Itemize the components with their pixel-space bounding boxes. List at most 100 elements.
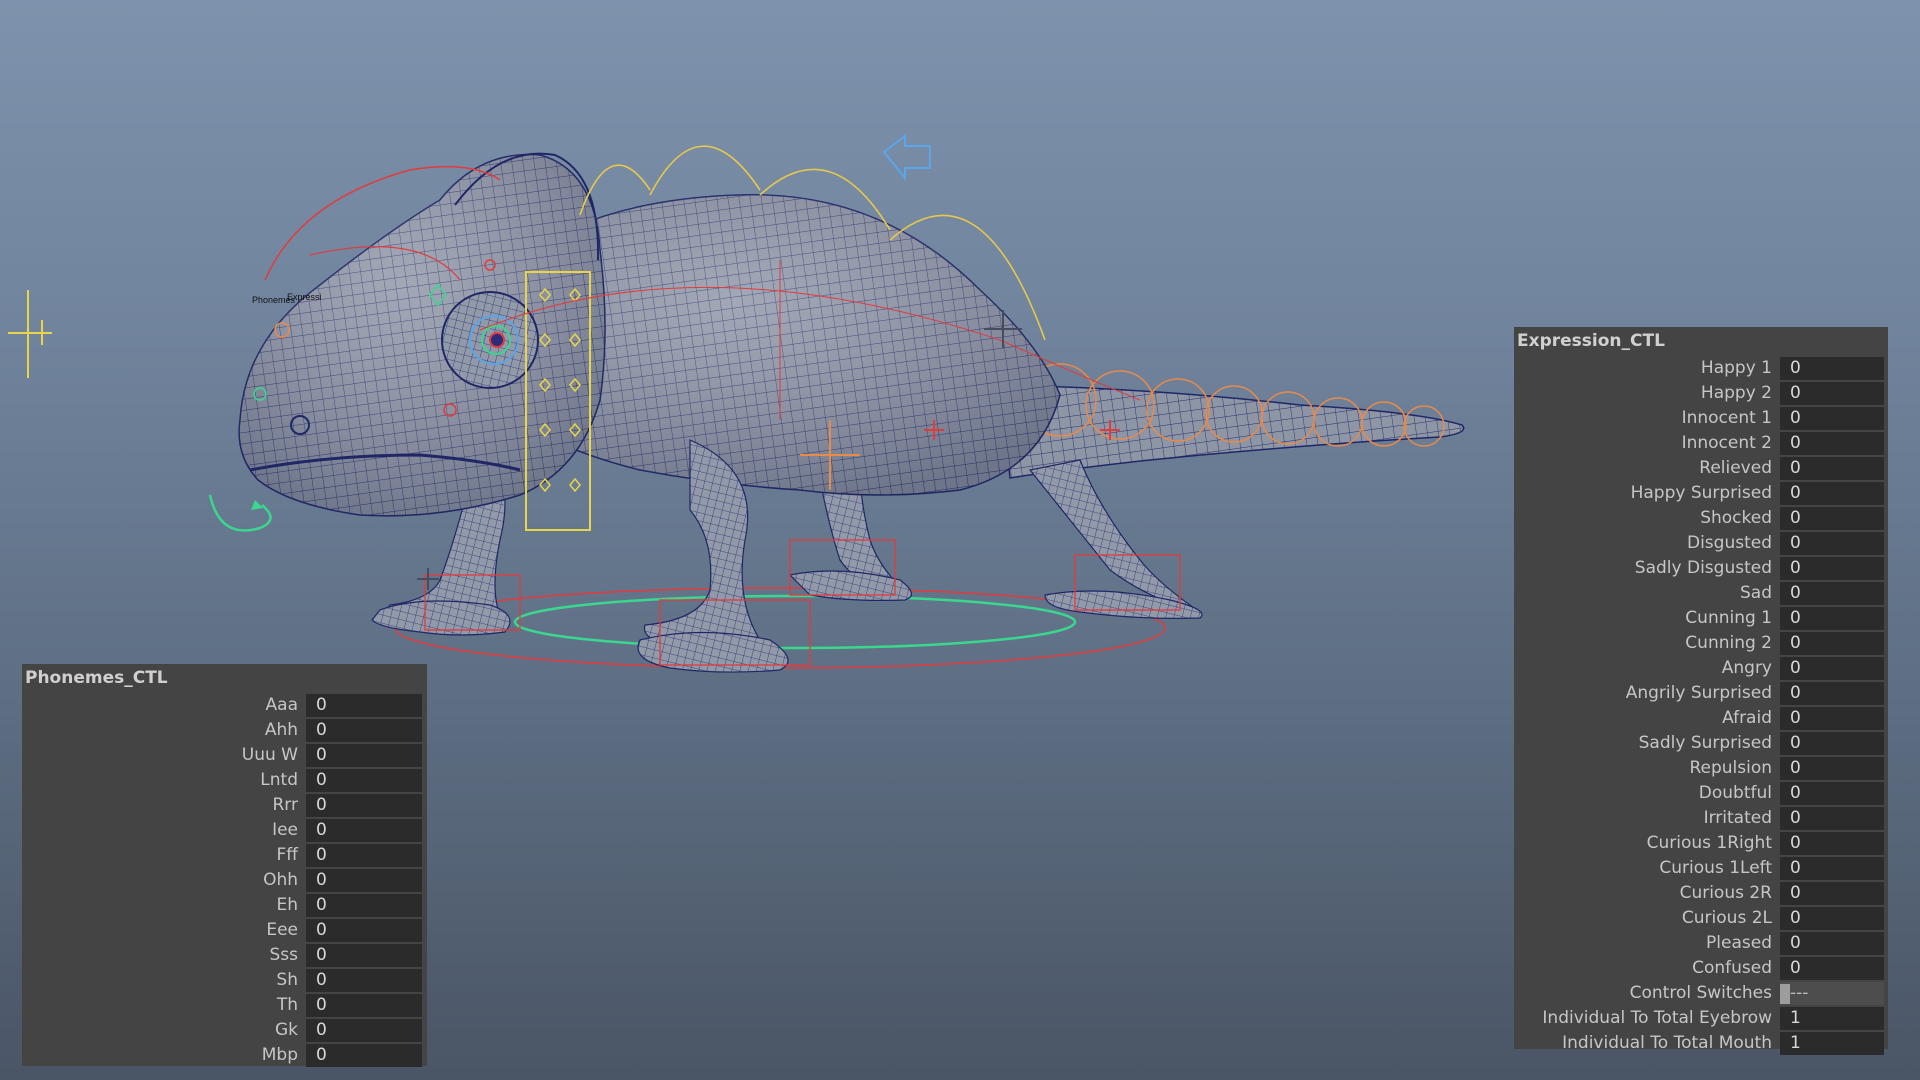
channel-row[interactable]: Happy 10	[1514, 355, 1888, 380]
channel-label[interactable]: Sss	[22, 945, 306, 965]
channel-row[interactable]: Confused 0	[1514, 955, 1888, 980]
channel-label[interactable]: Pleased	[1514, 933, 1780, 953]
channel-value-field[interactable]: 0	[1780, 781, 1884, 805]
channel-row[interactable]: Th 0	[22, 992, 427, 1017]
channel-label[interactable]: Irritated	[1514, 808, 1780, 828]
channel-value-field[interactable]: 0	[306, 843, 422, 867]
channel-row[interactable]: Doubtful 0	[1514, 780, 1888, 805]
channel-row[interactable]: Repulsion 0	[1514, 755, 1888, 780]
channel-row[interactable]: Uuu W0	[22, 742, 427, 767]
channel-label[interactable]: Rrr	[22, 795, 306, 815]
channel-value-field[interactable]: 0	[306, 743, 422, 767]
channel-row[interactable]: Cunning 10	[1514, 605, 1888, 630]
channel-label[interactable]: Iee	[22, 820, 306, 840]
channel-label[interactable]: Ohh	[22, 870, 306, 890]
channel-row[interactable]: Eh 0	[22, 892, 427, 917]
channel-value-field[interactable]: 0	[1780, 831, 1884, 855]
channel-value-field[interactable]: 0	[1780, 631, 1884, 655]
channel-value-field[interactable]: 0	[306, 818, 422, 842]
channel-value-field[interactable]: 0	[1780, 681, 1884, 705]
channel-row[interactable]: Angrily Surprised 0	[1514, 680, 1888, 705]
channel-label[interactable]: Happy 1	[1514, 358, 1780, 378]
channel-row[interactable]: Sadly Surprised 0	[1514, 730, 1888, 755]
channel-row[interactable]: Afraid 0	[1514, 705, 1888, 730]
channel-value-field[interactable]: 0	[1780, 406, 1884, 430]
channel-row[interactable]: Ahh 0	[22, 717, 427, 742]
channel-label[interactable]: Sadly Surprised	[1514, 733, 1780, 753]
channel-value-field[interactable]: 0	[306, 693, 422, 717]
channel-label[interactable]: Aaa	[22, 695, 306, 715]
channel-label[interactable]: Angrily Surprised	[1514, 683, 1780, 703]
channel-label[interactable]: Ahh	[22, 720, 306, 740]
channel-label[interactable]: Individual To Total Eyebrow	[1514, 1008, 1780, 1028]
channel-label[interactable]: Innocent 1	[1514, 408, 1780, 428]
channel-label[interactable]: Afraid	[1514, 708, 1780, 728]
channel-value-field[interactable]: 0	[306, 1043, 422, 1067]
channel-label[interactable]: Th	[22, 995, 306, 1015]
channel-row[interactable]: Sss 0	[22, 942, 427, 967]
channel-value-field[interactable]: 0	[1780, 356, 1884, 380]
channel-value-field[interactable]: 0	[306, 943, 422, 967]
channel-value-field[interactable]: 0	[306, 918, 422, 942]
channel-label[interactable]: Lntd	[22, 770, 306, 790]
channel-value-field[interactable]: 0	[306, 793, 422, 817]
channel-row[interactable]: Individual To Total Eyebrow 1	[1514, 1005, 1888, 1030]
channel-row[interactable]: Pleased 0	[1514, 930, 1888, 955]
channel-label[interactable]: Doubtful	[1514, 783, 1780, 803]
channel-label[interactable]: Mbp	[22, 1045, 306, 1065]
channel-value-field[interactable]: 0	[1780, 806, 1884, 830]
channel-value-field[interactable]: 0	[1780, 706, 1884, 730]
channel-label[interactable]: Relieved	[1514, 458, 1780, 478]
channel-row[interactable]: Lntd 0	[22, 767, 427, 792]
channel-row[interactable]: Iee 0	[22, 817, 427, 842]
channel-row[interactable]: Curious 2L 0	[1514, 905, 1888, 930]
channel-label[interactable]: Curious 2L	[1514, 908, 1780, 928]
channel-label[interactable]: Sadly Disgusted	[1514, 558, 1780, 578]
channel-label[interactable]: Gk	[22, 1020, 306, 1040]
channel-row[interactable]: Innocent 10	[1514, 405, 1888, 430]
channel-row[interactable]: Mbp 0	[22, 1042, 427, 1067]
channel-row[interactable]: Rrr 0	[22, 792, 427, 817]
channel-row[interactable]: Individual To Total Mouth 1	[1514, 1030, 1888, 1055]
channel-row[interactable]: Curious 1Right 0	[1514, 830, 1888, 855]
channel-label[interactable]: Repulsion	[1514, 758, 1780, 778]
channel-label[interactable]: Eee	[22, 920, 306, 940]
channel-label[interactable]: Sh	[22, 970, 306, 990]
channel-label[interactable]: Shocked	[1514, 508, 1780, 528]
channel-row[interactable]: Gk 0	[22, 1017, 427, 1042]
channel-row[interactable]: Aaa 0	[22, 692, 427, 717]
channel-row[interactable]: Happy 20	[1514, 380, 1888, 405]
channel-value-field[interactable]: 0	[1780, 906, 1884, 930]
channel-row[interactable]: Control Switches ---	[1514, 980, 1888, 1005]
channel-label[interactable]: Individual To Total Mouth	[1514, 1033, 1780, 1053]
channel-label[interactable]: Angry	[1514, 658, 1780, 678]
channel-label[interactable]: Curious 1Right	[1514, 833, 1780, 853]
channel-row[interactable]: Angry 0	[1514, 655, 1888, 680]
channel-value-field[interactable]: 0	[1780, 431, 1884, 455]
channel-label[interactable]: Cunning 1	[1514, 608, 1780, 628]
channel-value-field[interactable]: 0	[1780, 931, 1884, 955]
channel-row[interactable]: Eee 0	[22, 917, 427, 942]
channel-row[interactable]: Curious 1Left 0	[1514, 855, 1888, 880]
channel-value-field[interactable]: 0	[1780, 506, 1884, 530]
channel-value-field[interactable]: 0	[1780, 731, 1884, 755]
channel-value-field[interactable]: 0	[1780, 856, 1884, 880]
channel-label[interactable]: Control Switches	[1514, 983, 1780, 1003]
channel-label[interactable]: Sad	[1514, 583, 1780, 603]
channel-label[interactable]: Eh	[22, 895, 306, 915]
channel-label[interactable]: Happy 2	[1514, 383, 1780, 403]
channel-value-field[interactable]: 0	[1780, 581, 1884, 605]
channel-row[interactable]: Relieved 0	[1514, 455, 1888, 480]
channel-label[interactable]: Fff	[22, 845, 306, 865]
channel-value-field[interactable]: 0	[1780, 381, 1884, 405]
channel-value-field[interactable]: 0	[306, 868, 422, 892]
channel-value-field[interactable]: 0	[1780, 556, 1884, 580]
channel-row[interactable]: Happy Surprised 0	[1514, 480, 1888, 505]
channel-value-field[interactable]: 0	[306, 768, 422, 792]
channel-value-field[interactable]: 0	[306, 993, 422, 1017]
channel-row[interactable]: Sadly Disgusted 0	[1514, 555, 1888, 580]
channel-value-field[interactable]: 0	[1780, 656, 1884, 680]
channel-row[interactable]: Ohh 0	[22, 867, 427, 892]
channel-value-field[interactable]: 0	[1780, 756, 1884, 780]
channel-value-field[interactable]: 0	[306, 893, 422, 917]
